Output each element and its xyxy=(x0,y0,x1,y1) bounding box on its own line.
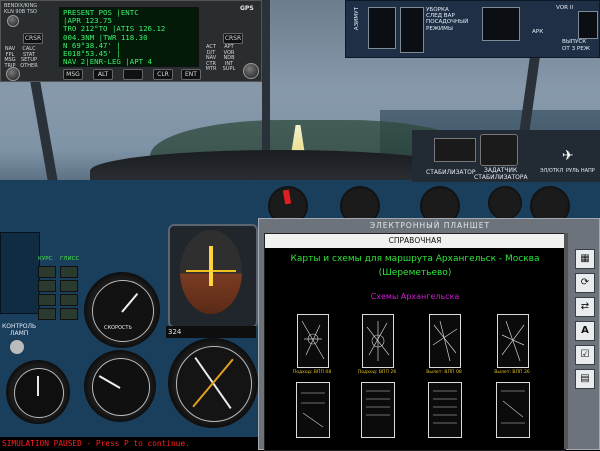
grid-icon[interactable]: ▦ xyxy=(575,249,595,269)
gps-msg-button[interactable]: MSG xyxy=(63,69,83,80)
engine-gauge-4 xyxy=(488,186,522,220)
stabilizer-setter[interactable] xyxy=(480,134,518,166)
gps-left-labels: NAV FPL MSG TRIP xyxy=(3,46,17,69)
gps-left-knob[interactable] xyxy=(6,67,20,81)
airspeed-label: СКОРОСТЬ xyxy=(104,325,132,331)
chart-thumbnail[interactable] xyxy=(428,382,462,438)
warning-lamp xyxy=(38,294,56,306)
ap-mode-labels: УБОРКА СЛЕД ВАР ПОСАДОЧНЫЙ РЕЖИМЫ xyxy=(426,7,486,32)
font-icon[interactable]: A xyxy=(575,321,595,341)
gps-unit: BENDIX/KING KLN 90B TSO GPS CRSR CRSR NA… xyxy=(0,0,262,82)
tablet-scrollbar[interactable] xyxy=(564,233,568,449)
stabilizer-set-label2: СТАБИЛИЗАТОРА xyxy=(474,174,528,181)
gps-clr-button[interactable]: CLR xyxy=(153,69,173,80)
ap-release-label: ВЫПУСК xyxy=(562,39,587,45)
ap-mode-switches[interactable] xyxy=(400,7,424,53)
warning-lamp xyxy=(60,280,78,292)
lamp-check-button[interactable] xyxy=(10,340,24,354)
gps-blank-button[interactable] xyxy=(123,69,143,80)
notes-icon[interactable]: ▤ xyxy=(575,369,595,389)
warning-lamp xyxy=(60,294,78,306)
gps-screen: PRESENT POS |ENTC |APR 123.75 TRO 212°TO… xyxy=(59,7,199,67)
attitude-pointer xyxy=(209,246,213,286)
warning-lamp xyxy=(60,308,78,320)
left-switch-panel xyxy=(0,232,40,314)
gps-label: MTR xyxy=(205,66,217,73)
trim-icon: ✈ xyxy=(562,148,574,164)
chart-thumbnail-approach-26[interactable] xyxy=(362,314,394,368)
gps-label: SUPL xyxy=(222,66,236,73)
gps-crsr-left-button[interactable]: CRSR xyxy=(23,33,43,44)
chart-caption: Подход: ВПП 08 xyxy=(292,370,332,375)
trim-label: РУЛЬ НАПР xyxy=(566,168,595,174)
chart-thumbnail[interactable] xyxy=(496,382,530,438)
gps-right-labels2: ACT D/T NAV CTR MTR xyxy=(203,44,219,73)
warning-lamp xyxy=(38,308,56,320)
tablet-screen: СПРАВОЧНАЯ Карты и схемы для маршрута Ар… xyxy=(264,233,566,451)
course-label: КУРС xyxy=(38,256,53,262)
glide-label: ГЛИСС xyxy=(60,256,80,262)
ap-vor-label: VOR II xyxy=(556,5,574,11)
swap-icon[interactable]: ⇄ xyxy=(575,297,595,317)
chart-thumbnail[interactable] xyxy=(296,382,330,438)
gps-brand: BENDIX/KING KLN 90B TSO xyxy=(4,3,58,15)
gps-left-labels2: CALC STAT SETUP OTHER xyxy=(19,46,39,69)
tablet-header: СПРАВОЧНАЯ xyxy=(265,234,565,248)
gps-right-labels: APT VOR NDB INT SUPL xyxy=(221,44,237,73)
ap-landing-switches[interactable] xyxy=(482,7,520,41)
altitude-readout: 324 xyxy=(166,326,256,338)
lamp-check-label2: ЛАМП xyxy=(10,330,29,337)
clock-face xyxy=(14,368,64,418)
simulation-paused-message: SIMULATION PAUSED - Press P to continue. xyxy=(0,437,258,450)
ap-ark-label: АРК xyxy=(532,29,544,35)
ap-release-switch[interactable] xyxy=(578,11,598,39)
chart-caption: Подход: ВПП 26 xyxy=(357,370,397,375)
chart-thumbnail-departure-08[interactable] xyxy=(429,314,461,368)
chart-caption: Вылет: ВПП 26 xyxy=(494,370,530,375)
route-title: Карты и схемы для маршрута Архангельск -… xyxy=(290,254,540,278)
gps-alt-button[interactable]: ALT xyxy=(93,69,113,80)
el-label: ЭЛ/ОТКЛ xyxy=(540,168,564,174)
gps-power-knob[interactable] xyxy=(7,15,19,27)
course-lamp xyxy=(38,266,56,278)
glide-lamp xyxy=(60,266,78,278)
gps-right-knob[interactable] xyxy=(243,63,259,79)
tablet-title: ЭЛЕКТРОННЫЙ ПЛАНШЕТ xyxy=(369,221,491,230)
warning-lamp xyxy=(38,280,56,292)
stabilizer-lever[interactable] xyxy=(434,138,476,162)
chart-thumbnail-approach-08[interactable] xyxy=(297,314,329,368)
gps-ent-button[interactable]: ENT xyxy=(181,69,201,80)
autopilot-panel: АЗИМУТ УБОРКА СЛЕД ВАР ПОСАДОЧНЫЙ РЕЖИМЫ… xyxy=(345,0,600,58)
gps-screen-row: NAV 2|ENR-LEG |APT 4 xyxy=(63,57,152,67)
chart-caption: Вылет: ВПП 08 xyxy=(426,370,462,375)
chart-thumbnail-departure-26[interactable] xyxy=(497,314,529,368)
check-icon[interactable]: ☑ xyxy=(575,345,595,365)
ap-azimuth-label: АЗИМУТ xyxy=(354,7,360,31)
gps-label: OTHER xyxy=(20,62,38,69)
gps-badge: GPS xyxy=(240,5,254,12)
ap-azimuth-switches[interactable] xyxy=(368,7,396,49)
clock-hand xyxy=(37,376,39,396)
ap-mode-label: РЕЖИМЫ xyxy=(426,25,453,32)
refresh-icon[interactable]: ⟳ xyxy=(575,273,595,293)
electronic-tablet: ЭЛЕКТРОННЫЙ ПЛАНШЕТ СПРАВОЧНАЯ Карты и с… xyxy=(258,218,600,451)
section-subtitle[interactable]: Схемы Архангельска xyxy=(265,292,565,302)
ap-release-label2: ОТ 3 РЕЖ xyxy=(562,46,590,52)
vsi-face xyxy=(92,358,150,416)
chart-thumbnail[interactable] xyxy=(361,382,395,438)
stabilizer-label: СТАБИЛИЗАТОР xyxy=(426,169,476,176)
gps-crsr-right-button[interactable]: CRSR xyxy=(223,33,243,44)
window-post-center xyxy=(262,0,270,150)
